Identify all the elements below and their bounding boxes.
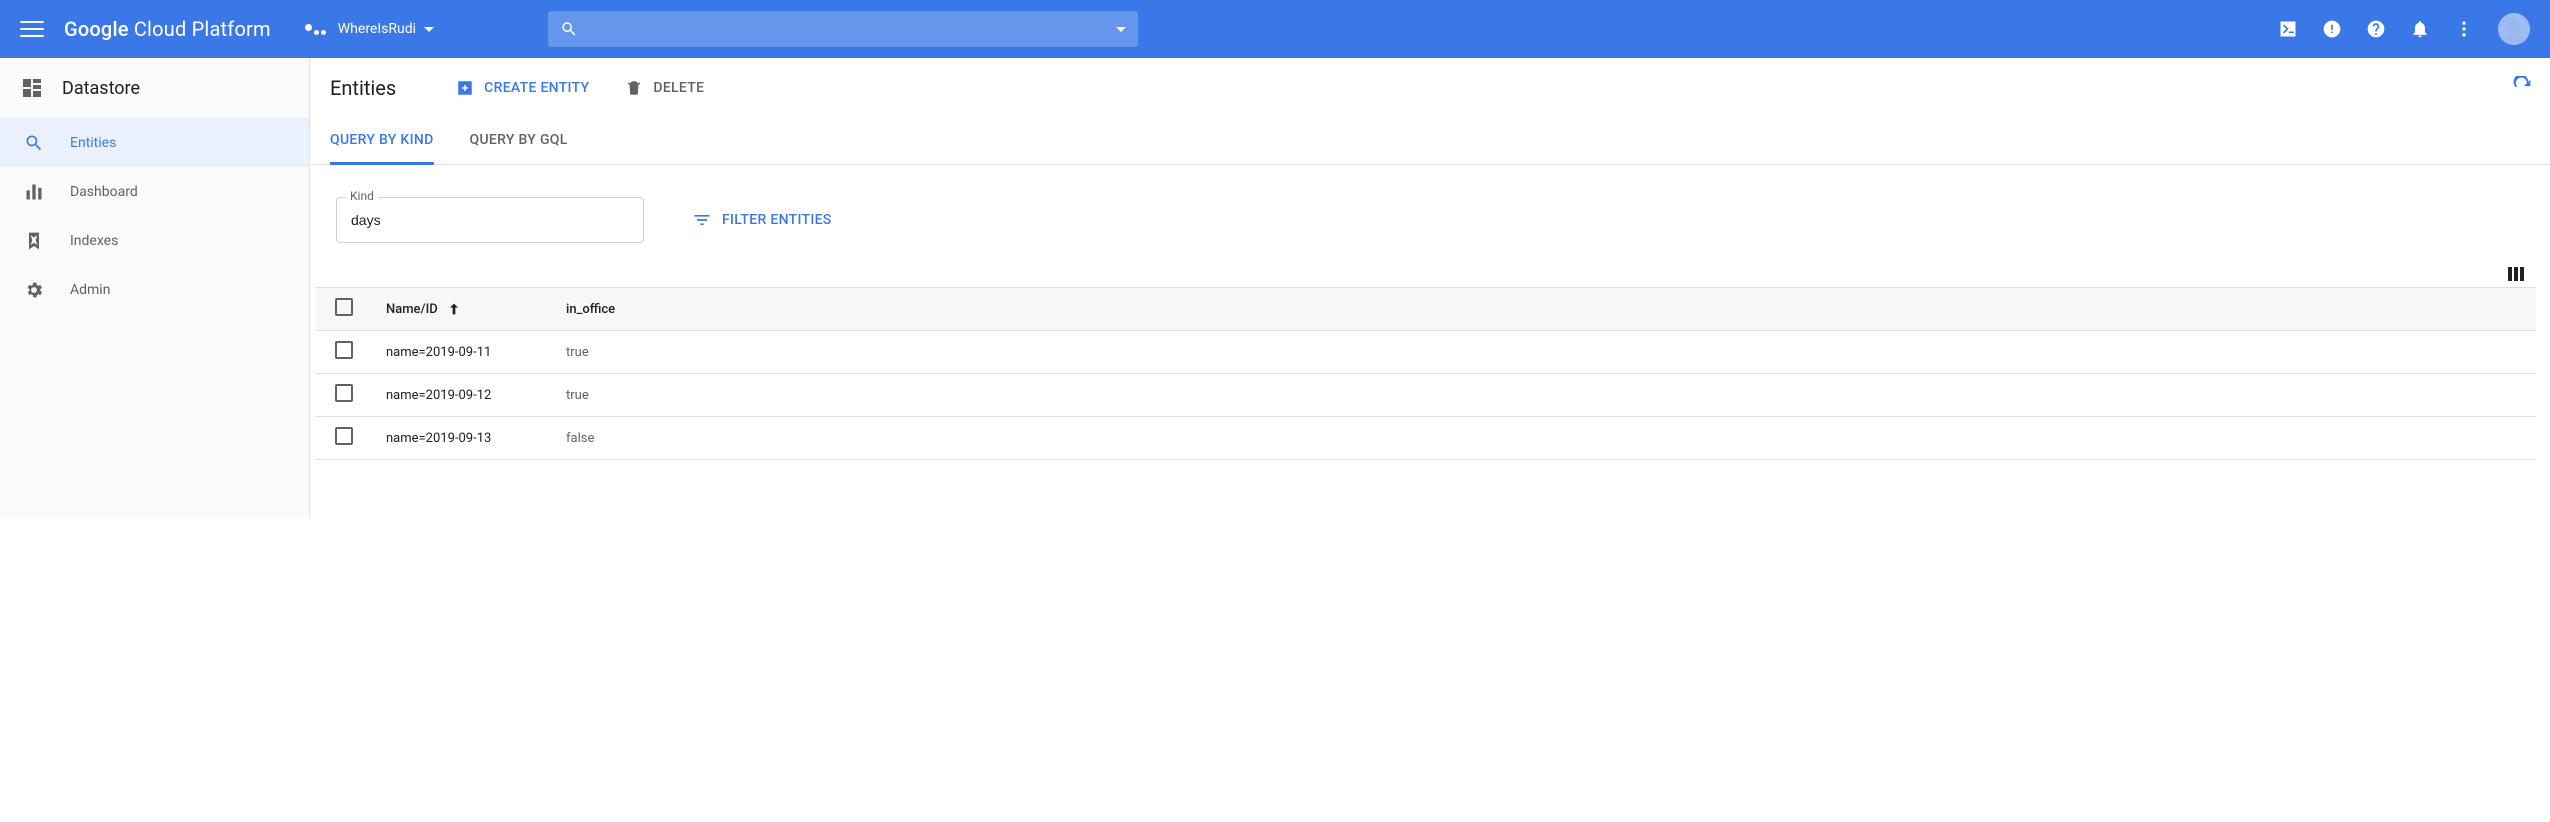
sidebar-item-label: Dashboard: [70, 184, 138, 200]
avatar[interactable]: [2498, 13, 2530, 45]
trash-icon: [625, 79, 643, 97]
main-content: Entities CREATE ENTITY DELETE QUERY BY K…: [310, 58, 2550, 518]
datastore-icon: [20, 76, 44, 100]
project-scope-icon: [305, 24, 326, 35]
column-header-name-label: Name/ID: [386, 302, 438, 317]
filter-icon: [692, 210, 712, 230]
column-header-name[interactable]: Name/ID: [386, 301, 538, 317]
caret-down-icon: [424, 27, 434, 32]
row-checkbox[interactable]: [335, 427, 353, 445]
create-entity-button[interactable]: CREATE ENTITY: [456, 79, 589, 97]
entities-table-wrap: Name/ID in_office name=2019-09-11 true: [310, 287, 2550, 460]
sidebar-item-indexes[interactable]: Indexes: [0, 216, 309, 265]
delete-label: DELETE: [653, 80, 704, 96]
cell-name: name=2019-09-13: [372, 417, 552, 460]
sidebar-item-admin[interactable]: Admin: [0, 265, 309, 314]
delete-button[interactable]: DELETE: [625, 79, 704, 97]
indexes-icon: [24, 231, 44, 251]
product-name: Google Cloud Platform: [64, 17, 271, 41]
arrow-up-icon: [446, 301, 462, 317]
page-title: Entities: [330, 76, 396, 100]
kind-field: Kind: [336, 197, 644, 243]
cloud-shell-icon[interactable]: [2278, 19, 2298, 39]
project-selector[interactable]: WhereIsRudi: [295, 15, 444, 43]
refresh-icon[interactable]: [2512, 76, 2534, 98]
column-header-in-office[interactable]: in_office: [552, 288, 2536, 331]
kind-input[interactable]: [336, 197, 644, 243]
table-toolbar: [310, 263, 2550, 287]
table-row[interactable]: name=2019-09-13 false: [316, 417, 2536, 460]
columns-icon[interactable]: [2508, 267, 2524, 281]
cell-in-office: false: [552, 417, 2536, 460]
sidebar: Datastore Entities Dashboard Indexes Adm…: [0, 58, 310, 518]
search-box[interactable]: [548, 11, 1138, 47]
cell-name: name=2019-09-12: [372, 374, 552, 417]
search-input[interactable]: [578, 21, 1116, 37]
cell-in-office: true: [552, 374, 2536, 417]
table-row[interactable]: name=2019-09-11 true: [316, 331, 2536, 374]
gear-icon: [24, 280, 44, 300]
more-vert-icon[interactable]: [2454, 19, 2474, 39]
kind-label: Kind: [346, 189, 378, 203]
header-utility-icons: [2278, 13, 2530, 45]
sidebar-item-label: Admin: [70, 282, 110, 298]
help-icon[interactable]: [2366, 19, 2386, 39]
sidebar-item-label: Indexes: [70, 233, 118, 249]
cell-in-office: true: [552, 331, 2536, 374]
sidebar-item-label: Entities: [70, 135, 116, 151]
filter-entities-button[interactable]: FILTER ENTITIES: [692, 210, 832, 230]
layout: Datastore Entities Dashboard Indexes Adm…: [0, 58, 2550, 518]
feedback-icon[interactable]: [2322, 19, 2342, 39]
plus-box-icon: [456, 79, 474, 97]
table-row[interactable]: name=2019-09-12 true: [316, 374, 2536, 417]
page-header: Entities CREATE ENTITY DELETE: [310, 58, 2550, 118]
entities-table: Name/ID in_office name=2019-09-11 true: [316, 287, 2536, 460]
top-header: Google Cloud Platform WhereIsRudi: [0, 0, 2550, 58]
sidebar-title: Datastore: [62, 78, 140, 99]
sidebar-item-dashboard[interactable]: Dashboard: [0, 167, 309, 216]
tabs: QUERY BY KIND QUERY BY GQL: [310, 118, 2550, 165]
project-name: WhereIsRudi: [338, 21, 416, 37]
tab-query-by-kind[interactable]: QUERY BY KIND: [330, 118, 434, 165]
search-icon: [24, 133, 44, 153]
search-icon: [560, 20, 578, 38]
hamburger-menu-icon[interactable]: [20, 17, 44, 41]
create-entity-label: CREATE ENTITY: [484, 80, 589, 96]
row-checkbox[interactable]: [335, 384, 353, 402]
notifications-icon[interactable]: [2410, 19, 2430, 39]
filter-entities-label: FILTER ENTITIES: [722, 212, 832, 228]
sidebar-item-entities[interactable]: Entities: [0, 118, 309, 167]
select-all-checkbox[interactable]: [335, 298, 353, 316]
cell-name: name=2019-09-11: [372, 331, 552, 374]
search-dropdown-icon[interactable]: [1116, 27, 1126, 32]
sidebar-header: Datastore: [0, 58, 309, 118]
row-checkbox[interactable]: [335, 341, 353, 359]
tab-query-by-gql[interactable]: QUERY BY GQL: [470, 118, 568, 165]
table-header-row: Name/ID in_office: [316, 288, 2536, 331]
query-row: Kind FILTER ENTITIES: [310, 165, 2550, 263]
dashboard-icon: [24, 182, 44, 202]
